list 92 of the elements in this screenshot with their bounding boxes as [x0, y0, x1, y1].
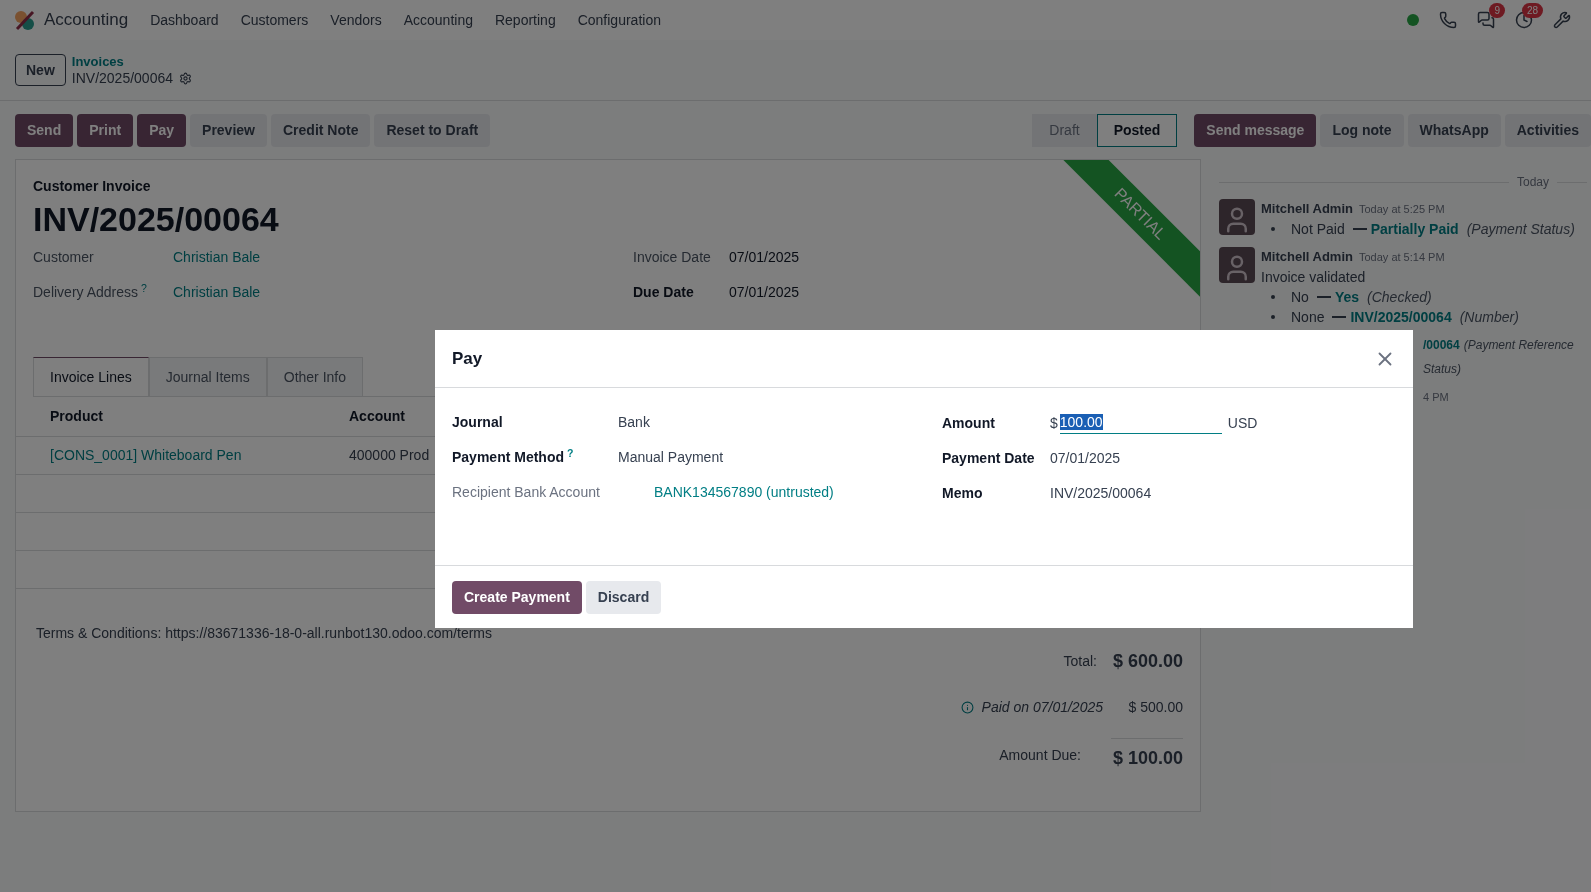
currency-code: USD — [1227, 413, 1258, 433]
dialog-button[interactable]: Create Payment — [452, 580, 582, 614]
total-amount: $ 600.00 — [1111, 650, 1183, 673]
field-label: Payment Method $^{?}$ — [452, 447, 575, 467]
message-body: Invoice validated — [1261, 268, 1367, 287]
settings-icon[interactable] — [179, 71, 192, 85]
app-logo-icon[interactable] — [14, 9, 36, 31]
total-label: Total: — [1063, 652, 1097, 671]
dialog-button[interactable]: Discard — [585, 580, 662, 614]
field-value: INV/2025/00064 — [1050, 484, 1152, 503]
chatter-button[interactable]: Activities — [1504, 113, 1591, 147]
action-button[interactable]: Credit Note — [271, 113, 371, 147]
new-button[interactable]: New — [15, 54, 66, 86]
app-name[interactable]: Accounting — [44, 7, 129, 33]
menu-item[interactable]: Reporting — [494, 9, 556, 31]
chatter-button[interactable]: WhatsApp — [1407, 113, 1501, 147]
action-button[interactable]: Print — [77, 113, 134, 147]
info-icon[interactable] — [960, 701, 974, 714]
old-value: No — [1291, 288, 1309, 307]
wrench-icon[interactable] — [1553, 11, 1571, 29]
chat-icon[interactable] — [1477, 11, 1495, 29]
new-value[interactable]: INV/2025/00064 — [1350, 307, 1452, 327]
amount-due-label: Amount Due: — [999, 745, 1081, 765]
amount-due: $ 100.00 — [1111, 738, 1183, 772]
action-button[interactable]: Pay — [137, 113, 187, 147]
invoice-number: INV/2025/00064 — [33, 199, 279, 240]
field-name: (Checked) — [1367, 288, 1432, 307]
date-divider: Today — [1516, 174, 1549, 191]
payment-info: Paid on 07/01/2025 — [981, 698, 1103, 717]
field-name: Status) — [1423, 361, 1461, 378]
new-value[interactable]: Partially Paid — [1370, 219, 1459, 239]
menu-item[interactable]: Customers — [240, 9, 309, 31]
action-button[interactable]: Reset to Draft — [374, 113, 491, 147]
new-value[interactable]: /00064 — [1423, 335, 1460, 355]
customer-link[interactable]: Christian Bale — [173, 247, 261, 268]
menu-item[interactable]: Configuration — [577, 9, 661, 31]
table-cell-text: 400000 Prod — [349, 446, 430, 465]
field-label: Amount — [942, 413, 996, 433]
message-time: Today at 5:25 PM — [1358, 202, 1445, 217]
chatter-button[interactable]: Send message — [1194, 113, 1317, 147]
column-header: Product — [49, 407, 104, 426]
action-button[interactable]: Preview — [190, 113, 267, 147]
bullet-icon — [1271, 227, 1275, 231]
field-label: Payment Date — [942, 449, 1036, 468]
count-badge: 9 — [1489, 3, 1505, 18]
field-label: Delivery Address $^{?}$ — [33, 282, 148, 302]
message-author: Mitchell Admin — [1261, 200, 1353, 218]
action-button[interactable]: Send — [15, 113, 74, 147]
field-label: Due Date — [633, 283, 695, 302]
field-name: (Payment Reference — [1463, 337, 1574, 354]
field-value: Manual Payment — [618, 448, 724, 467]
menu-item[interactable]: Vendors — [330, 9, 382, 31]
count-badge: 28 — [1521, 3, 1543, 18]
amount-field[interactable]: 100.00 — [1059, 412, 1222, 434]
currency-symbol: $ — [1050, 413, 1058, 433]
menu-item[interactable]: Accounting — [403, 9, 473, 31]
field-value: 07/01/2025 — [1050, 449, 1121, 468]
field-label: Recipient Bank Account — [452, 483, 601, 502]
status-step[interactable]: Posted — [1096, 113, 1178, 147]
terms-text: Terms & Conditions: https://83671336-18-0-all.runbot130.odoo.com/terms — [36, 624, 493, 643]
field-name: (Payment Status) — [1466, 220, 1575, 239]
field-label: Invoice Date — [633, 248, 712, 267]
menu-item[interactable]: Dashboard — [150, 9, 219, 31]
field-label: Journal — [452, 413, 504, 432]
product-link[interactable]: [CONS_0001] Whiteboard Pen — [16, 445, 349, 466]
record-name: INV/2025/00064 — [71, 70, 173, 86]
column-header: Account — [349, 407, 405, 426]
field-name: (Number) — [1459, 308, 1519, 327]
bullet-icon — [1271, 315, 1275, 319]
bank-account-link[interactable]: BANK134567890 (untrusted) — [654, 482, 834, 503]
field-value: 07/01/2025 — [729, 283, 800, 302]
form-tab[interactable]: Invoice Lines — [33, 357, 149, 396]
paid-amount: $ 500.00 — [1127, 698, 1183, 717]
bullet-icon — [1271, 295, 1275, 299]
phone-icon[interactable] — [1439, 11, 1457, 29]
message-author: Mitchell Admin — [1261, 248, 1353, 266]
new-value[interactable]: Yes — [1334, 287, 1360, 307]
form-tab[interactable]: Journal Items — [148, 357, 267, 396]
field-value: Bank — [618, 413, 650, 432]
message-time: Today at 5:14 PM — [1358, 250, 1445, 265]
customer-link[interactable]: Christian Bale — [173, 282, 261, 303]
old-value: Not Paid — [1291, 220, 1345, 239]
breadcrumb-link[interactable]: Invoices — [71, 54, 192, 70]
dialog-title: Pay — [452, 347, 483, 370]
form-tab[interactable]: Other Info — [266, 357, 364, 396]
message-time: 4 PM — [1423, 390, 1450, 405]
status-step[interactable]: Draft — [1032, 113, 1097, 147]
field-label: Memo — [942, 484, 984, 503]
old-value: None — [1291, 308, 1325, 327]
field-value: 07/01/2025 — [729, 248, 800, 267]
field-label: Customer — [33, 248, 95, 267]
chatter-button[interactable]: Log note — [1320, 113, 1404, 147]
